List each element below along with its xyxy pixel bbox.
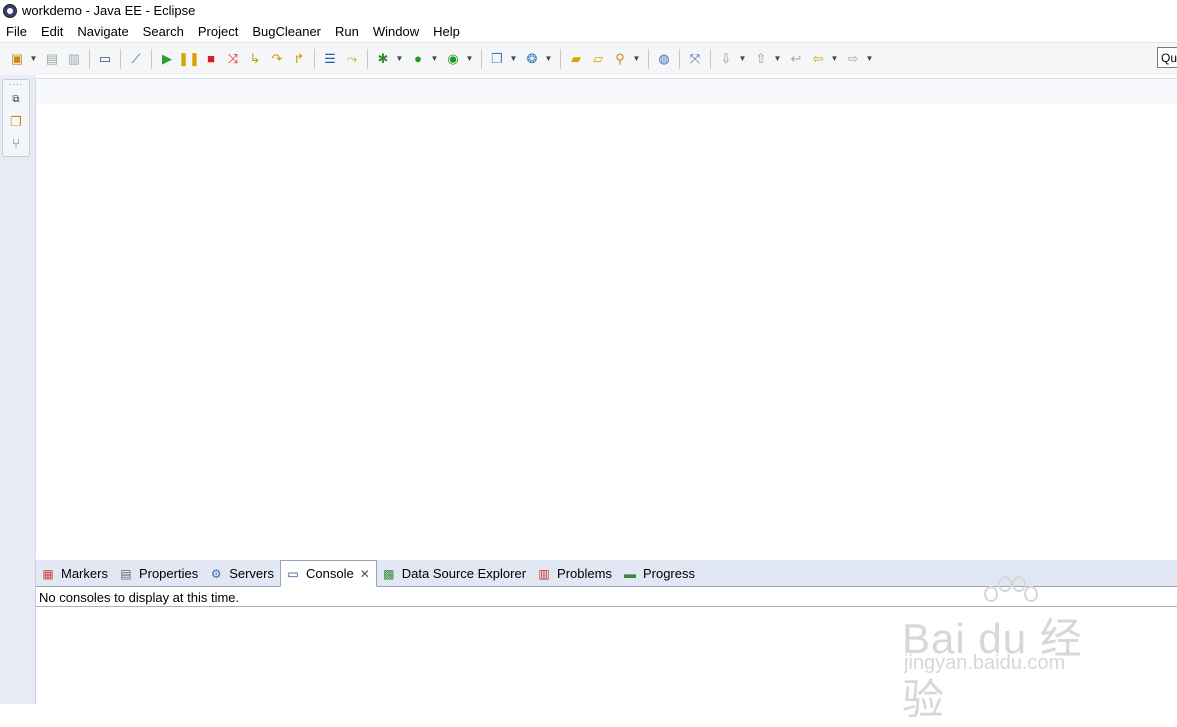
markers-icon: ▦	[42, 566, 54, 581]
drop-to-frame-icon[interactable]: ☰	[321, 50, 339, 68]
properties-icon: ▤	[120, 566, 132, 581]
new-server-icon[interactable]: ❒	[488, 50, 506, 68]
forward-dropdown-chevron-icon[interactable]: ▼	[865, 50, 874, 68]
left-trim	[0, 75, 36, 704]
external-tools-icon[interactable]: ◉	[444, 50, 462, 68]
tab-label: Console	[306, 566, 354, 581]
drag-grip-icon[interactable]: ····	[9, 81, 24, 89]
run-icon[interactable]: ●	[409, 50, 427, 68]
menu-file[interactable]: File	[0, 21, 34, 42]
back-icon[interactable]: ⇦	[809, 50, 827, 68]
type-hierarchy-icon[interactable]: ⑂	[7, 135, 25, 153]
save-all-icon[interactable]: ▥	[65, 50, 83, 68]
next-annotation-icon[interactable]: ⇩	[717, 50, 735, 68]
back-dropdown-chevron-icon[interactable]: ▼	[830, 50, 839, 68]
project-explorer-icon[interactable]: ❐	[7, 113, 25, 131]
console-empty-message: No consoles to display at this time.	[39, 590, 240, 605]
new-web-service-dropdown-chevron-icon[interactable]: ▼	[544, 50, 553, 68]
progress-icon: ▬	[623, 566, 636, 581]
resume-icon[interactable]: ▶	[158, 50, 176, 68]
tab-label: Problems	[557, 566, 612, 581]
menu-edit[interactable]: Edit	[34, 21, 70, 42]
forward-icon[interactable]: ⇨	[844, 50, 862, 68]
tab-console[interactable]: ▭ Console ✕	[280, 560, 377, 587]
menu-search[interactable]: Search	[136, 21, 191, 42]
debug-dropdown-chevron-icon[interactable]: ▼	[395, 50, 404, 68]
last-edit-icon[interactable]: ↩	[787, 50, 805, 68]
servers-icon: ⚙	[210, 566, 222, 581]
open-task-icon[interactable]: ▱	[589, 50, 607, 68]
restore-icon[interactable]: ⧉	[7, 91, 25, 109]
step-over-icon[interactable]: ↷	[268, 50, 286, 68]
minimized-view-stack: ···· ⧉ ❐ ⑂	[2, 79, 30, 157]
prev-annotation-icon[interactable]: ⇧	[752, 50, 770, 68]
new-server-dropdown-chevron-icon[interactable]: ▼	[509, 50, 518, 68]
main-toolbar: ▣ ▼ ▤ ▥ ▭ ⟋ ▶ ❚❚ ■ ⤨ ↳ ↷ ↱ ☰ ⤳ ✱ ▼ ● ▼ ◉…	[0, 42, 1177, 75]
title-bar: workdemo - Java EE - Eclipse	[0, 0, 1177, 21]
menu-window[interactable]: Window	[366, 21, 426, 42]
menu-help[interactable]: Help	[426, 21, 467, 42]
menu-run[interactable]: Run	[328, 21, 366, 42]
skip-breakpoints-icon[interactable]: ⟋	[127, 50, 145, 68]
tab-data-source-explorer[interactable]: ▩ Data Source Explorer	[377, 561, 532, 586]
close-icon[interactable]: ✕	[360, 567, 370, 581]
quick-access-input[interactable]: Qu	[1157, 47, 1177, 68]
toolbar-separator	[648, 49, 649, 69]
tab-progress[interactable]: ▬ Progress	[618, 561, 701, 586]
toolbar-separator	[314, 49, 315, 69]
data-source-icon: ▩	[383, 566, 395, 581]
watermark-url: jingyan.baidu.com	[904, 652, 1066, 674]
menu-navigate[interactable]: Navigate	[70, 21, 135, 42]
step-return-icon[interactable]: ↱	[290, 50, 308, 68]
toolbar-separator	[367, 49, 368, 69]
baidu-jingyan-watermark: Bai du 经验 jingyan.baidu.com	[902, 570, 1122, 723]
external-tools-dropdown-chevron-icon[interactable]: ▼	[465, 50, 474, 68]
toolbar-separator	[89, 49, 90, 69]
terminate-icon[interactable]: ■	[202, 50, 220, 68]
console-icon: ▭	[287, 566, 299, 581]
tab-markers[interactable]: ▦ Markers	[36, 561, 114, 586]
menu-bugcleaner[interactable]: BugCleaner	[245, 21, 328, 42]
toolbar-separator	[560, 49, 561, 69]
run-dropdown-chevron-icon[interactable]: ▼	[430, 50, 439, 68]
tab-label: Properties	[138, 566, 199, 581]
debug-icon[interactable]: ✱	[374, 50, 392, 68]
tab-label: Progress	[642, 566, 695, 581]
search-icon[interactable]: ⚲	[611, 50, 629, 68]
browser-icon[interactable]: ◍	[655, 50, 673, 68]
search-dropdown-chevron-icon[interactable]: ▼	[632, 50, 641, 68]
save-icon[interactable]: ▤	[43, 50, 61, 68]
tab-properties[interactable]: ▤ Properties	[114, 561, 204, 586]
toolbar-separator	[481, 49, 482, 69]
tab-label: Data Source Explorer	[401, 566, 527, 581]
eclipse-logo-icon	[3, 3, 17, 18]
tab-label: Markers	[61, 566, 108, 581]
step-into-icon[interactable]: ↳	[246, 50, 264, 68]
prev-annotation-dropdown-chevron-icon[interactable]: ▼	[773, 50, 782, 68]
open-type-icon[interactable]: ▰	[567, 50, 585, 68]
editor-tab-strip	[36, 79, 1177, 104]
toolbar-separator	[679, 49, 680, 69]
menu-project[interactable]: Project	[191, 21, 245, 42]
problems-icon: ▥	[538, 566, 550, 581]
next-annotation-dropdown-chevron-icon[interactable]: ▼	[738, 50, 747, 68]
editor-area[interactable]	[35, 78, 1177, 557]
menu-bar: File Edit Navigate Search Project BugCle…	[0, 21, 1177, 42]
open-console-icon[interactable]: ▭	[96, 50, 114, 68]
toolbar-separator	[120, 49, 121, 69]
window-title: workdemo - Java EE - Eclipse	[22, 3, 196, 18]
new-web-service-icon[interactable]: ❂	[523, 50, 541, 68]
tab-problems[interactable]: ▥ Problems	[532, 561, 618, 586]
new-wizard-icon[interactable]: ▣	[8, 50, 26, 68]
open-perspective-icon[interactable]: ⤧	[686, 50, 704, 68]
toolbar-separator	[710, 49, 711, 69]
disconnect-icon[interactable]: ⤨	[224, 50, 242, 68]
toolbar-separator	[151, 49, 152, 69]
new-dropdown-chevron-icon[interactable]: ▼	[29, 50, 38, 68]
tab-servers[interactable]: ⚙ Servers	[204, 561, 280, 586]
suspend-icon[interactable]: ❚❚	[178, 50, 200, 68]
tab-label: Servers	[229, 566, 274, 581]
use-step-filters-icon[interactable]: ⤳	[343, 50, 361, 68]
